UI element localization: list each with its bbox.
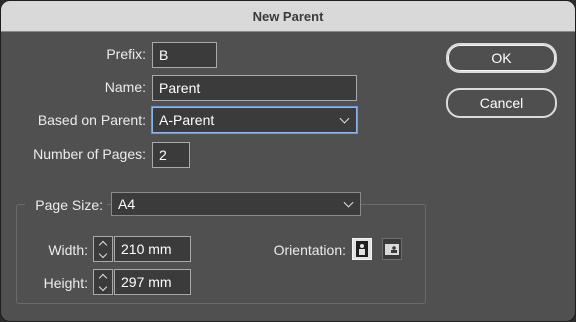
chevron-down-icon <box>339 113 350 124</box>
name-label: Name: <box>104 79 146 95</box>
height-input[interactable]: 297 mm <box>114 269 191 295</box>
number-of-pages-label: Number of Pages: <box>33 146 146 162</box>
width-stepper[interactable] <box>93 236 113 262</box>
orientation-label: Orientation: <box>273 242 346 258</box>
chevron-down-icon <box>98 282 108 291</box>
portrait-icon <box>356 241 368 257</box>
height-stepper[interactable] <box>93 269 113 295</box>
chevron-up-icon <box>98 240 108 249</box>
chevron-down-icon <box>98 249 108 258</box>
height-label: Height: <box>43 275 88 291</box>
portrait-orientation-button[interactable] <box>352 238 372 260</box>
width-input[interactable]: 210 mm <box>114 236 191 262</box>
landscape-orientation-button[interactable] <box>382 238 402 260</box>
name-input[interactable]: Parent <box>152 75 357 101</box>
based-on-parent-value: A-Parent <box>159 112 215 128</box>
ok-button[interactable]: OK <box>446 43 557 73</box>
page-size-dropdown[interactable]: A4 <box>111 192 361 216</box>
page-size-label: Page Size: <box>25 197 107 213</box>
cancel-button[interactable]: Cancel <box>446 88 557 118</box>
based-on-parent-dropdown[interactable]: A-Parent <box>152 107 357 133</box>
page-size-value: A4 <box>118 196 136 212</box>
dialog-title: New Parent <box>252 8 324 24</box>
prefix-input[interactable]: B <box>152 42 217 68</box>
title-bar: New Parent <box>1 1 575 32</box>
number-of-pages-input[interactable]: 2 <box>152 142 190 168</box>
chevron-down-icon <box>343 197 354 208</box>
landscape-icon <box>385 244 399 255</box>
based-on-parent-label: Based on Parent: <box>37 112 146 128</box>
new-parent-dialog: New Parent Prefix: B Name: Parent Based … <box>0 0 576 322</box>
width-label: Width: <box>48 242 88 258</box>
chevron-up-icon <box>98 273 108 282</box>
prefix-label: Prefix: <box>106 46 146 62</box>
